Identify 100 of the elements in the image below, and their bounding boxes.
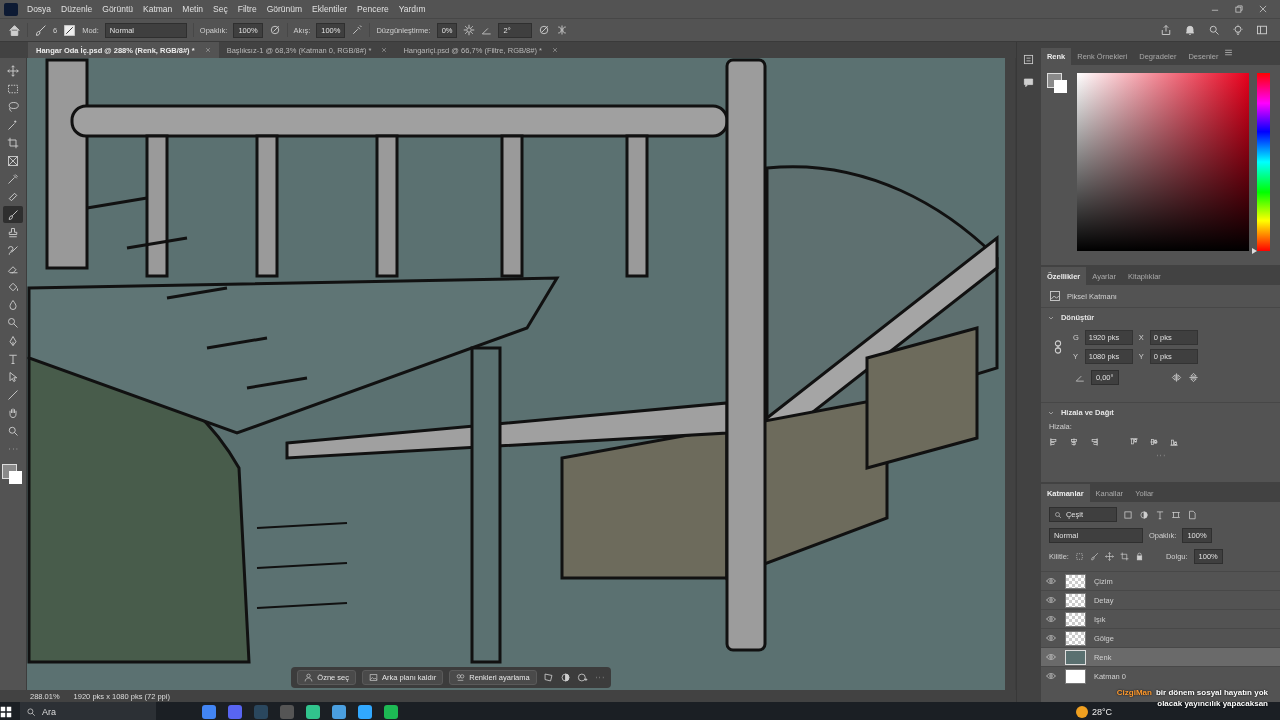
- hue-slider-thumb[interactable]: [1251, 248, 1257, 254]
- close-icon[interactable]: [381, 47, 388, 53]
- menu-item[interactable]: Seç: [208, 4, 233, 14]
- bandage-icon[interactable]: [7, 190, 19, 203]
- align-right-icon[interactable]: [1088, 437, 1099, 447]
- taskbar-search[interactable]: Ara: [20, 702, 156, 720]
- dodge-icon[interactable]: [7, 316, 19, 329]
- comment-icon[interactable]: [1023, 77, 1035, 88]
- bucket-icon[interactable]: [7, 280, 19, 293]
- drop-icon[interactable]: [7, 298, 19, 311]
- close-icon[interactable]: [204, 47, 211, 53]
- menu-item[interactable]: Düzenle: [56, 4, 98, 14]
- search-icon[interactable]: [1208, 24, 1220, 36]
- person-icon: [304, 672, 314, 682]
- close-icon[interactable]: [1258, 4, 1268, 14]
- taskbar-app-icon[interactable]: [358, 705, 372, 719]
- temperature: 28°C: [1092, 707, 1113, 717]
- color-field[interactable]: [1076, 73, 1249, 251]
- brush-icon[interactable]: [34, 23, 47, 37]
- eye-icon[interactable]: [1045, 652, 1056, 662]
- eye-icon[interactable]: [1045, 576, 1056, 586]
- eyedropper-icon[interactable]: [7, 172, 19, 185]
- lasso-icon[interactable]: [7, 100, 19, 113]
- align-bottom-icon[interactable]: [1168, 437, 1179, 447]
- taskbar-app-icon[interactable]: [384, 705, 398, 719]
- lightbulb-icon[interactable]: [1232, 24, 1244, 36]
- eye-icon[interactable]: [1045, 671, 1056, 681]
- lock-pixels-icon[interactable]: [1089, 552, 1099, 561]
- lock-artboard-icon[interactable]: [1119, 552, 1129, 561]
- pen-icon[interactable]: [7, 334, 19, 347]
- shape-filter-icon[interactable]: [1170, 509, 1181, 520]
- menu-item[interactable]: Görünüm: [261, 4, 308, 14]
- pressure-size-icon[interactable]: [538, 24, 551, 36]
- workspace-icon[interactable]: [1256, 24, 1268, 36]
- restore-icon[interactable]: [1234, 4, 1244, 14]
- line-icon[interactable]: [7, 388, 19, 401]
- close-icon[interactable]: [551, 47, 558, 53]
- brush-settings-icon[interactable]: [63, 23, 77, 37]
- pressure-opacity-icon[interactable]: [268, 24, 281, 36]
- color-swatches[interactable]: [1046, 73, 1069, 95]
- share-icon[interactable]: [1160, 24, 1172, 36]
- type-icon[interactable]: [7, 352, 19, 365]
- menu-item[interactable]: Filtre: [232, 4, 262, 14]
- lock-all-icon[interactable]: [1134, 552, 1144, 561]
- zoom-icon[interactable]: [7, 424, 19, 437]
- align-top-icon[interactable]: [1128, 437, 1139, 447]
- eye-icon[interactable]: [1045, 633, 1056, 643]
- layer-thumbnail: [1064, 668, 1086, 684]
- wand-icon[interactable]: [7, 118, 19, 131]
- brush-tool[interactable]: [3, 206, 23, 223]
- hand-icon[interactable]: [7, 406, 19, 419]
- menu-item[interactable]: Metin: [177, 4, 209, 14]
- layer-thumbnail: [1064, 592, 1086, 608]
- flip-horizontal-icon[interactable]: [1170, 372, 1182, 383]
- home-icon[interactable]: [8, 23, 21, 37]
- adjustment-filter-icon[interactable]: [1138, 509, 1149, 520]
- airbrush-icon[interactable]: [351, 24, 364, 36]
- smart-object-filter-icon[interactable]: [1186, 509, 1197, 520]
- frame-icon[interactable]: [7, 154, 19, 167]
- marquee-icon[interactable]: [7, 82, 19, 95]
- taskbar-app-icon[interactable]: [202, 705, 216, 719]
- align-left-icon[interactable]: [1048, 437, 1059, 447]
- move-icon[interactable]: [7, 64, 19, 77]
- history-brush-icon[interactable]: [7, 244, 19, 257]
- layer-thumbnail: [1064, 611, 1086, 627]
- transform-icon[interactable]: [542, 671, 554, 683]
- arrow-pointer-icon[interactable]: [7, 370, 19, 383]
- app-logo: [4, 2, 18, 16]
- search-icon: [26, 707, 36, 717]
- menu-item[interactable]: Yardım: [393, 4, 431, 14]
- eye-icon[interactable]: [1045, 614, 1056, 624]
- layer-thumbnail: [1064, 649, 1086, 665]
- lock-transparency-icon[interactable]: [1074, 552, 1084, 561]
- type-filter-icon[interactable]: [1154, 509, 1165, 520]
- taskbar-app-icon[interactable]: [332, 705, 346, 719]
- menu-item[interactable]: Dosya: [22, 4, 57, 14]
- taskbar-app-icon[interactable]: [306, 705, 320, 719]
- weather-icon: [1076, 706, 1088, 718]
- image-filter-icon[interactable]: [1122, 509, 1133, 520]
- contrast-icon[interactable]: [559, 671, 571, 683]
- eye-icon[interactable]: [1045, 595, 1056, 605]
- menu-item[interactable]: Katman: [138, 4, 178, 14]
- crop-icon[interactable]: [7, 136, 19, 149]
- menu-item[interactable]: Pencere: [352, 4, 394, 14]
- windows-start-icon[interactable]: [0, 706, 12, 718]
- layer-thumbnail: [1064, 630, 1086, 646]
- menu-item[interactable]: Görüntü: [97, 4, 138, 14]
- panel-menu-icon[interactable]: [1224, 48, 1234, 57]
- color-swatches[interactable]: [2, 464, 24, 486]
- bell-icon[interactable]: [1184, 24, 1196, 36]
- menu-item[interactable]: Eklentiler: [307, 4, 353, 14]
- lock-position-icon[interactable]: [1104, 552, 1114, 561]
- flip-vertical-icon[interactable]: [1187, 372, 1199, 383]
- align-center-icon[interactable]: [1068, 437, 1079, 447]
- history-icon[interactable]: [1023, 54, 1035, 65]
- gear-icon[interactable]: [463, 24, 476, 36]
- brush-icon[interactable]: [7, 208, 19, 221]
- image-layer-icon: [1048, 290, 1061, 302]
- align-middle-icon[interactable]: [1148, 437, 1159, 447]
- stamp-icon[interactable]: [7, 226, 19, 239]
